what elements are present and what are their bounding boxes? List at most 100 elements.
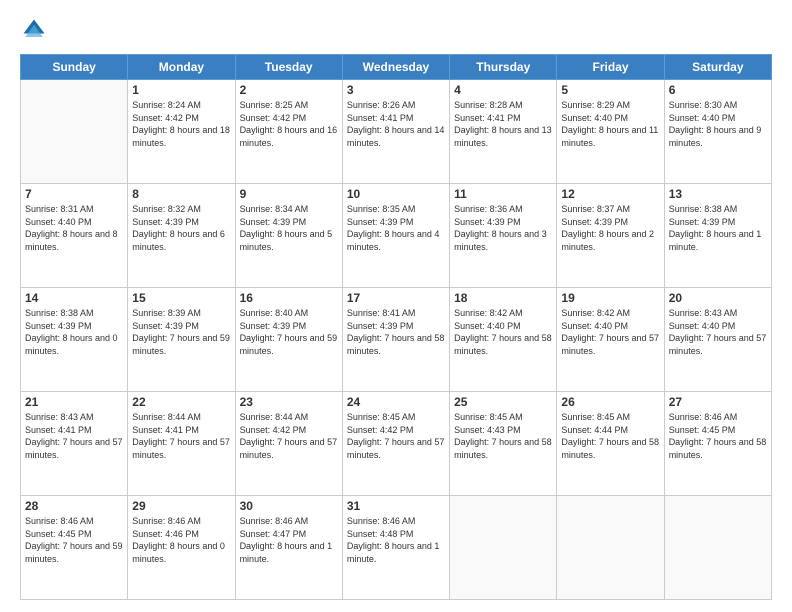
calendar-cell: 21 Sunrise: 8:43 AMSunset: 4:41 PMDayligh… [21, 392, 128, 496]
calendar-cell: 13 Sunrise: 8:38 AMSunset: 4:39 PMDayligh… [664, 184, 771, 288]
cell-info: Sunrise: 8:40 AMSunset: 4:39 PMDaylight:… [240, 307, 338, 357]
calendar-cell: 18 Sunrise: 8:42 AMSunset: 4:40 PMDayligh… [450, 288, 557, 392]
calendar-cell: 5Sunrise: 8:29 AMSunset: 4:40 PMDaylight… [557, 80, 664, 184]
day-number: 22 [132, 395, 230, 409]
day-number: 26 [561, 395, 659, 409]
cell-info: Sunrise: 8:38 AMSunset: 4:39 PMDaylight:… [25, 307, 123, 357]
calendar-cell: 2 Sunrise: 8:25 AMSunset: 4:42 PMDaylight… [235, 80, 342, 184]
calendar-cell: 23 Sunrise: 8:44 AMSunset: 4:42 PMDayligh… [235, 392, 342, 496]
calendar-cell: 27Sunrise: 8:46 AMSunset: 4:45 PMDayligh… [664, 392, 771, 496]
cell-info: Sunrise: 8:32 AMSunset: 4:39 PMDaylight:… [132, 203, 230, 253]
calendar-cell: 6 Sunrise: 8:30 AMSunset: 4:40 PMDaylight… [664, 80, 771, 184]
day-number: 25 [454, 395, 552, 409]
page: SundayMondayTuesdayWednesdayThursdayFrid… [0, 0, 792, 612]
calendar-cell [450, 496, 557, 600]
calendar-cell: 30Sunrise: 8:46 AMSunset: 4:47 PMDayligh… [235, 496, 342, 600]
cell-info: Sunrise: 8:35 AMSunset: 4:39 PMDaylight:… [347, 203, 445, 253]
day-number: 12 [561, 187, 659, 201]
day-number: 10 [347, 187, 445, 201]
cell-info: Sunrise: 8:44 AMSunset: 4:42 PMDaylight:… [240, 411, 338, 461]
day-header-saturday: Saturday [664, 55, 771, 80]
cell-info: Sunrise: 8:43 AMSunset: 4:41 PMDaylight:… [25, 411, 123, 461]
calendar-cell: 20 Sunrise: 8:43 AMSunset: 4:40 PMDayligh… [664, 288, 771, 392]
week-row-0: 1 Sunrise: 8:24 AMSunset: 4:42 PMDaylight… [21, 80, 772, 184]
cell-info: Sunrise: 8:45 AMSunset: 4:43 PMDaylight:… [454, 411, 552, 461]
cell-info: Sunrise: 8:46 AMSunset: 4:45 PMDaylight:… [25, 515, 123, 565]
cell-info: Sunrise: 8:31 AMSunset: 4:40 PMDaylight:… [25, 203, 123, 253]
week-row-2: 14 Sunrise: 8:38 AMSunset: 4:39 PMDayligh… [21, 288, 772, 392]
cell-info: Sunrise: 8:46 AMSunset: 4:46 PMDaylight:… [132, 515, 230, 565]
calendar-cell: 11Sunrise: 8:36 AMSunset: 4:39 PMDayligh… [450, 184, 557, 288]
cell-info: Sunrise: 8:25 AMSunset: 4:42 PMDaylight:… [240, 99, 338, 149]
calendar-cell: 26 Sunrise: 8:45 AMSunset: 4:44 PMDayligh… [557, 392, 664, 496]
calendar-cell: 31 Sunrise: 8:46 AMSunset: 4:48 PMDayligh… [342, 496, 449, 600]
calendar-cell: 12 Sunrise: 8:37 AMSunset: 4:39 PMDayligh… [557, 184, 664, 288]
cell-info: Sunrise: 8:46 AMSunset: 4:48 PMDaylight:… [347, 515, 445, 565]
day-number: 8 [132, 187, 230, 201]
calendar-cell: 25 Sunrise: 8:45 AMSunset: 4:43 PMDayligh… [450, 392, 557, 496]
cell-info: Sunrise: 8:41 AMSunset: 4:39 PMDaylight:… [347, 307, 445, 357]
day-number: 27 [669, 395, 767, 409]
cell-info: Sunrise: 8:30 AMSunset: 4:40 PMDaylight:… [669, 99, 767, 149]
cell-info: Sunrise: 8:37 AMSunset: 4:39 PMDaylight:… [561, 203, 659, 253]
day-number: 5 [561, 83, 659, 97]
cell-info: Sunrise: 8:34 AMSunset: 4:39 PMDaylight:… [240, 203, 338, 253]
cell-info: Sunrise: 8:43 AMSunset: 4:40 PMDaylight:… [669, 307, 767, 357]
calendar-cell: 10 Sunrise: 8:35 AMSunset: 4:39 PMDayligh… [342, 184, 449, 288]
day-number: 14 [25, 291, 123, 305]
calendar-cell: 1 Sunrise: 8:24 AMSunset: 4:42 PMDaylight… [128, 80, 235, 184]
calendar-cell: 7Sunrise: 8:31 AMSunset: 4:40 PMDaylight… [21, 184, 128, 288]
day-number: 9 [240, 187, 338, 201]
day-number: 21 [25, 395, 123, 409]
day-number: 3 [347, 83, 445, 97]
day-number: 13 [669, 187, 767, 201]
calendar-cell: 19 Sunrise: 8:42 AMSunset: 4:40 PMDayligh… [557, 288, 664, 392]
week-row-3: 21 Sunrise: 8:43 AMSunset: 4:41 PMDayligh… [21, 392, 772, 496]
day-number: 31 [347, 499, 445, 513]
logo-icon [20, 16, 48, 44]
calendar-header-row: SundayMondayTuesdayWednesdayThursdayFrid… [21, 55, 772, 80]
day-number: 20 [669, 291, 767, 305]
calendar-cell: 24Sunrise: 8:45 AMSunset: 4:42 PMDayligh… [342, 392, 449, 496]
cell-info: Sunrise: 8:44 AMSunset: 4:41 PMDaylight:… [132, 411, 230, 461]
day-number: 6 [669, 83, 767, 97]
day-header-wednesday: Wednesday [342, 55, 449, 80]
header [20, 16, 772, 44]
day-number: 19 [561, 291, 659, 305]
week-row-1: 7Sunrise: 8:31 AMSunset: 4:40 PMDaylight… [21, 184, 772, 288]
cell-info: Sunrise: 8:26 AMSunset: 4:41 PMDaylight:… [347, 99, 445, 149]
calendar-cell: 8 Sunrise: 8:32 AMSunset: 4:39 PMDaylight… [128, 184, 235, 288]
calendar-cell: 3 Sunrise: 8:26 AMSunset: 4:41 PMDaylight… [342, 80, 449, 184]
calendar-cell: 17 Sunrise: 8:41 AMSunset: 4:39 PMDayligh… [342, 288, 449, 392]
calendar-cell: 22 Sunrise: 8:44 AMSunset: 4:41 PMDayligh… [128, 392, 235, 496]
day-number: 11 [454, 187, 552, 201]
day-header-tuesday: Tuesday [235, 55, 342, 80]
day-number: 2 [240, 83, 338, 97]
cell-info: Sunrise: 8:28 AMSunset: 4:41 PMDaylight:… [454, 99, 552, 149]
day-number: 23 [240, 395, 338, 409]
logo [20, 16, 52, 44]
calendar-cell: 14 Sunrise: 8:38 AMSunset: 4:39 PMDayligh… [21, 288, 128, 392]
cell-info: Sunrise: 8:42 AMSunset: 4:40 PMDaylight:… [561, 307, 659, 357]
calendar-cell: 15 Sunrise: 8:39 AMSunset: 4:39 PMDayligh… [128, 288, 235, 392]
calendar-cell: 28 Sunrise: 8:46 AMSunset: 4:45 PMDayligh… [21, 496, 128, 600]
cell-info: Sunrise: 8:42 AMSunset: 4:40 PMDaylight:… [454, 307, 552, 357]
day-number: 18 [454, 291, 552, 305]
day-number: 28 [25, 499, 123, 513]
day-number: 17 [347, 291, 445, 305]
cell-info: Sunrise: 8:39 AMSunset: 4:39 PMDaylight:… [132, 307, 230, 357]
cell-info: Sunrise: 8:38 AMSunset: 4:39 PMDaylight:… [669, 203, 767, 253]
day-header-monday: Monday [128, 55, 235, 80]
calendar-table: SundayMondayTuesdayWednesdayThursdayFrid… [20, 54, 772, 600]
calendar-cell: 29Sunrise: 8:46 AMSunset: 4:46 PMDayligh… [128, 496, 235, 600]
calendar-cell [21, 80, 128, 184]
day-number: 15 [132, 291, 230, 305]
day-number: 24 [347, 395, 445, 409]
cell-info: Sunrise: 8:45 AMSunset: 4:44 PMDaylight:… [561, 411, 659, 461]
day-number: 1 [132, 83, 230, 97]
day-number: 16 [240, 291, 338, 305]
calendar-cell: 4Sunrise: 8:28 AMSunset: 4:41 PMDaylight… [450, 80, 557, 184]
cell-info: Sunrise: 8:24 AMSunset: 4:42 PMDaylight:… [132, 99, 230, 149]
day-header-thursday: Thursday [450, 55, 557, 80]
week-row-4: 28 Sunrise: 8:46 AMSunset: 4:45 PMDayligh… [21, 496, 772, 600]
